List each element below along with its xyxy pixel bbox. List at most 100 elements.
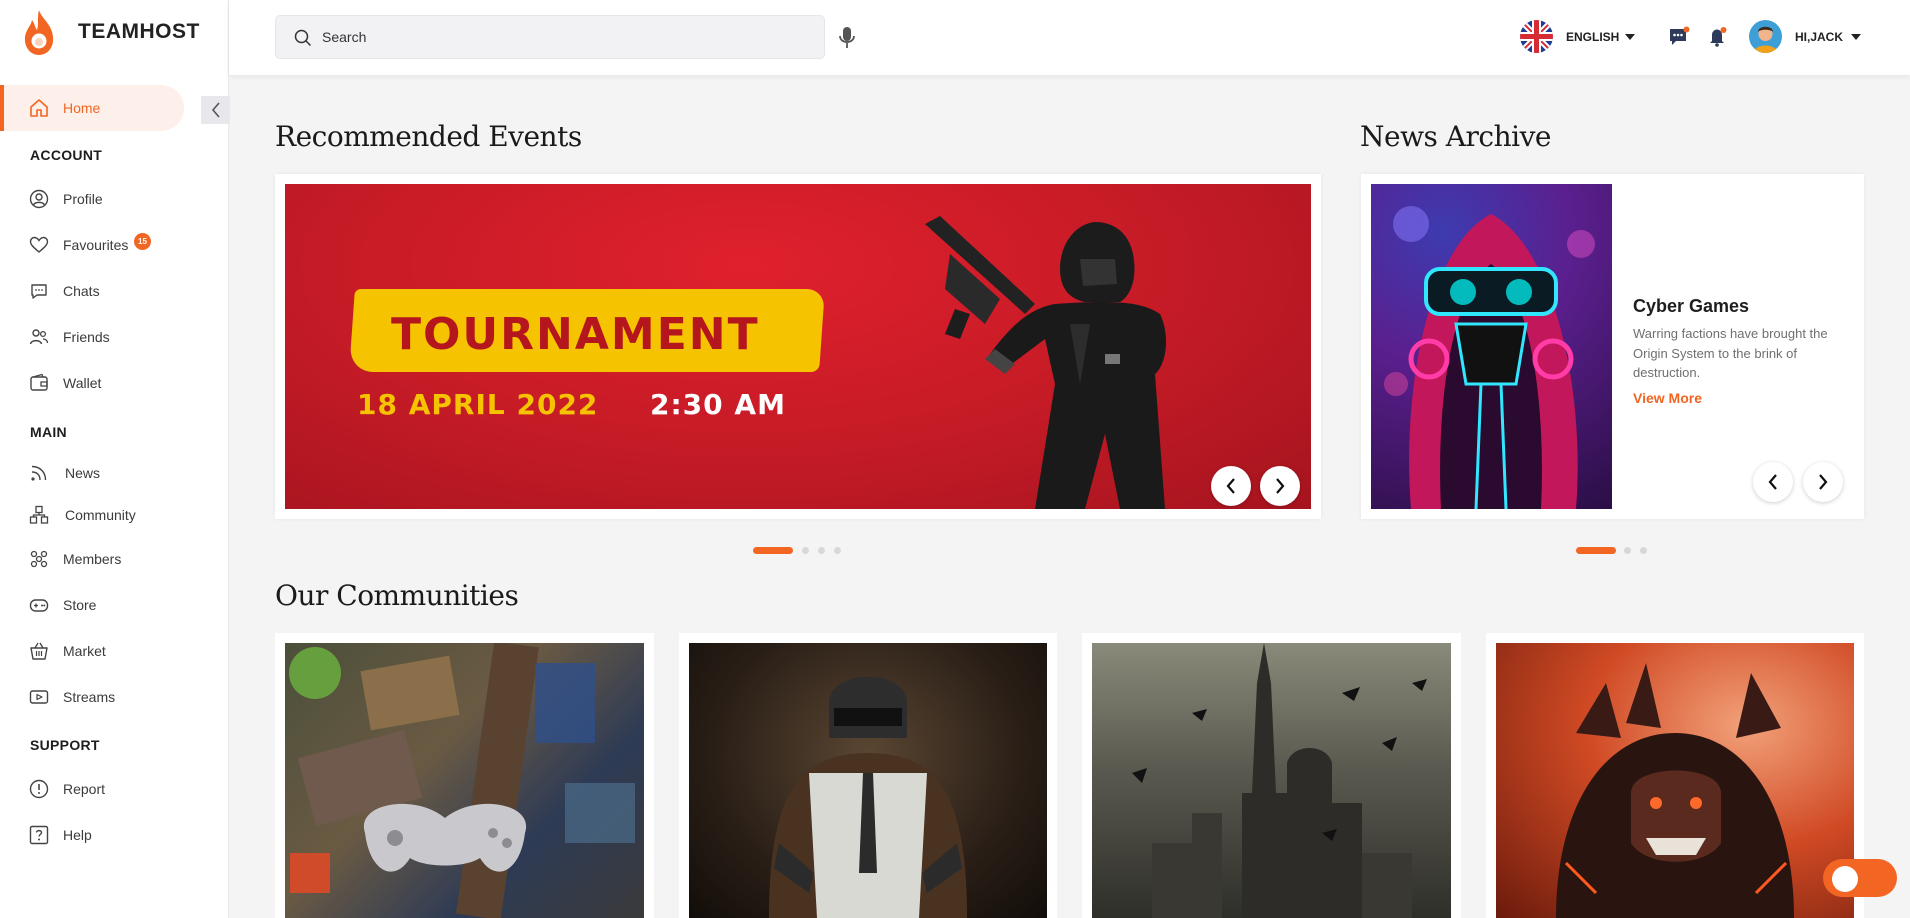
avatar[interactable] (1749, 20, 1782, 53)
news-image[interactable] (1371, 184, 1612, 509)
sidebar: TEAMHOST Home ACCOUNT Profile Favourites… (0, 0, 230, 918)
microphone-icon[interactable] (838, 26, 856, 55)
language-selector[interactable] (1520, 20, 1553, 53)
community-card[interactable] (1082, 633, 1461, 918)
toggle-knob (1832, 866, 1858, 892)
friends-icon (28, 326, 50, 348)
sidebar-item-label: Members (63, 551, 122, 567)
event-banner[interactable]: TOURNAMENT 18 APRIL 2022 2:30 AM (285, 184, 1311, 509)
news-prev-button[interactable] (1753, 462, 1793, 502)
sidebar-item-report[interactable]: Report (0, 767, 229, 811)
event-slide-dot[interactable] (818, 547, 825, 554)
uk-flag-icon (1520, 20, 1553, 53)
event-slide-dot[interactable] (802, 547, 809, 554)
heart-icon (28, 234, 50, 256)
news-slide-dot[interactable] (1640, 547, 1647, 554)
sidebar-item-label: Home (63, 100, 101, 116)
sidebar-item-home[interactable]: Home (0, 85, 184, 131)
sidebar-item-label: Chats (63, 283, 100, 299)
search-icon (294, 29, 312, 52)
top-header (229, 0, 1910, 75)
theme-toggle[interactable] (1823, 859, 1897, 897)
chevron-down-icon[interactable] (1851, 34, 1861, 40)
event-slide-dot[interactable] (753, 547, 793, 554)
chevron-left-icon (1768, 474, 1777, 490)
community-card[interactable] (679, 633, 1057, 918)
sidebar-item-label: Wallet (63, 375, 102, 391)
event-prev-button[interactable] (1211, 466, 1251, 506)
community-image (1496, 643, 1854, 918)
chevron-right-icon (1276, 478, 1285, 494)
news-section-title: News Archive (1360, 120, 1551, 153)
streams-icon (28, 686, 50, 708)
community-image (1092, 643, 1451, 918)
sidebar-item-label: Streams (63, 689, 116, 705)
sidebar-item-label: News (65, 465, 101, 481)
favourites-count-badge: 15 (134, 233, 151, 250)
alert-icon (28, 778, 50, 800)
community-icon (28, 504, 50, 526)
language-label[interactable]: ENGLISH (1566, 30, 1619, 44)
sidebar-item-community[interactable]: Community (0, 493, 229, 537)
user-greeting[interactable]: HI,JACK (1795, 30, 1843, 44)
community-card[interactable] (1486, 633, 1864, 918)
section-title-support: SUPPORT (30, 737, 100, 753)
app-name: TEAMHOST (78, 20, 200, 43)
home-icon (28, 97, 50, 119)
news-slide-dot[interactable] (1576, 547, 1616, 554)
search-input[interactable] (322, 26, 802, 48)
event-slide-dot[interactable] (834, 547, 841, 554)
sidebar-item-news[interactable]: News (0, 451, 229, 495)
sidebar-item-streams[interactable]: Streams (0, 675, 229, 719)
logo[interactable]: TEAMHOST (22, 8, 200, 56)
sidebar-item-label: Market (63, 643, 106, 659)
user-circle-icon (28, 188, 50, 210)
collapse-sidebar-button[interactable] (201, 96, 230, 124)
news-item-description: Warring factions have brought the Origin… (1633, 326, 1828, 380)
sidebar-item-label: Help (63, 827, 92, 843)
wallet-icon (28, 372, 50, 394)
basket-icon (28, 640, 50, 662)
events-section-title: Recommended Events (275, 120, 582, 153)
flame-icon (24, 10, 54, 55)
sidebar-item-favourites[interactable]: Favourites (0, 223, 229, 267)
view-more-link[interactable]: View More (1633, 390, 1702, 406)
sidebar-item-wallet[interactable]: Wallet (0, 361, 229, 405)
help-icon (28, 824, 50, 846)
communities-section-title: Our Communities (275, 579, 519, 612)
sidebar-item-market[interactable]: Market (0, 629, 229, 673)
chevron-down-icon[interactable] (1625, 34, 1635, 40)
chevron-left-icon (211, 102, 220, 118)
messages-icon[interactable] (1668, 26, 1690, 53)
event-headline: TOURNAMENT (391, 309, 760, 360)
chat-icon (28, 280, 50, 302)
section-title-account: ACCOUNT (30, 147, 103, 163)
sidebar-item-members[interactable]: Members (0, 537, 229, 581)
sidebar-item-label: Favourites (63, 237, 129, 253)
sidebar-item-label: Community (65, 507, 136, 523)
community-image (285, 643, 644, 918)
sidebar-item-label: Profile (63, 191, 103, 207)
sidebar-item-label: Friends (63, 329, 110, 345)
news-slide-dot[interactable] (1624, 547, 1631, 554)
notification-bell-icon[interactable] (1707, 26, 1729, 53)
sidebar-item-label: Report (63, 781, 106, 797)
news-next-button[interactable] (1803, 462, 1843, 502)
community-image (689, 643, 1047, 918)
sidebar-item-label: Store (63, 597, 97, 613)
gamepad-icon (28, 594, 50, 616)
search-box[interactable] (275, 15, 825, 59)
sidebar-item-profile[interactable]: Profile (0, 177, 229, 221)
chevron-left-icon (1226, 478, 1235, 494)
event-time: 2:30 AM (650, 388, 786, 421)
sidebar-item-chats[interactable]: Chats (0, 269, 229, 313)
members-icon (28, 548, 50, 570)
section-title-main: MAIN (30, 424, 67, 440)
soldier-image (925, 216, 1167, 509)
event-next-button[interactable] (1260, 466, 1300, 506)
sidebar-item-store[interactable]: Store (0, 583, 229, 627)
sidebar-item-friends[interactable]: Friends (0, 315, 229, 359)
sidebar-item-help[interactable]: Help (0, 813, 229, 857)
rss-icon (28, 462, 50, 484)
community-card[interactable] (275, 633, 654, 918)
